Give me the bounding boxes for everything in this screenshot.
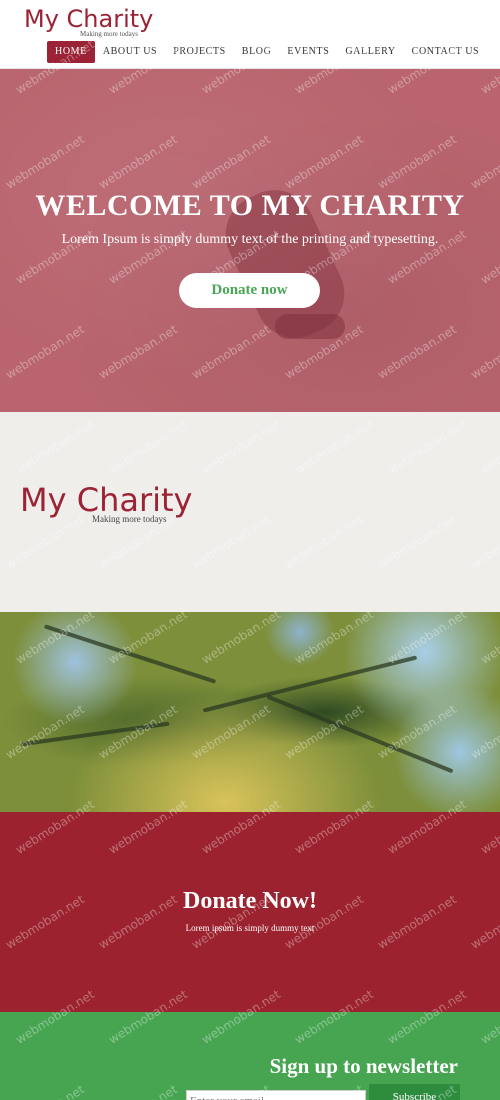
hero-title: WELCOME TO MY CHARITY [35,189,465,222]
hero-section: WELCOME TO MY CHARITY Lorem Ipsum is sim… [0,69,500,412]
hero-subtitle: Lorem Ipsum is simply dummy text of the … [61,232,439,247]
newsletter-title: Sign up to newsletter [269,1054,458,1078]
site-header: My Charity Making more todays HOME ABOUT… [0,0,500,69]
branch-shape [43,624,217,684]
nav-events[interactable]: EVENTS [279,41,337,63]
donate-title: Donate Now! [183,888,317,914]
branch-shape [202,655,418,713]
nav-contact-us[interactable]: CONTACT US [404,41,488,63]
large-logo: My Charity Making more todays [20,481,193,524]
newsletter-email-input[interactable] [186,1090,366,1100]
nav-projects[interactable]: PROJECTS [165,41,234,63]
nav-gallery[interactable]: GALLERY [337,41,403,63]
logo-title: My Charity [24,5,154,33]
main-nav: HOME ABOUT US PROJECTS BLOG EVENTS GALLE… [47,41,487,63]
logo-tagline: Making more todays [80,30,138,38]
hero-background-shadow [275,314,345,339]
nav-about-us[interactable]: ABOUT US [95,41,165,63]
tree-photo [0,612,500,812]
logo-section: My Charity Making more todays [0,412,500,612]
nav-home[interactable]: HOME [47,41,95,63]
large-logo-title: My Charity [20,481,193,519]
newsletter-section: Sign up to newsletter Subscribe [0,1012,500,1100]
donate-subtitle: Lorem ipsum is simply dummy text [185,923,315,933]
branch-shape [20,721,170,747]
donate-now-button[interactable]: Donate now [179,273,320,308]
branch-shape [266,694,454,774]
nav-blog[interactable]: BLOG [234,41,280,63]
subscribe-button[interactable]: Subscribe [369,1084,460,1100]
donate-section: Donate Now! Lorem ipsum is simply dummy … [0,812,500,1012]
large-logo-tagline: Making more todays [92,514,167,524]
site-logo[interactable]: My Charity Making more todays [24,5,154,38]
